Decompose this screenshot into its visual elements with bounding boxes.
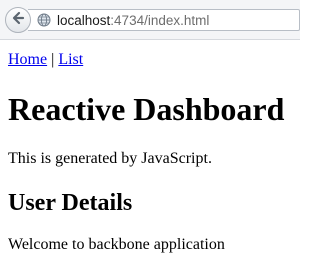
url-text: localhost:4734/index.html bbox=[57, 13, 209, 28]
address-bar[interactable]: localhost:4734/index.html bbox=[28, 9, 300, 31]
url-path: :4734/index.html bbox=[110, 12, 210, 28]
url-host: localhost bbox=[57, 12, 111, 28]
list-link[interactable]: List bbox=[58, 51, 83, 68]
back-button[interactable] bbox=[5, 7, 31, 33]
page-title: Reactive Dashboard bbox=[8, 91, 285, 127]
browser-toolbar: localhost:4734/index.html bbox=[0, 0, 300, 40]
section-heading: User Details bbox=[8, 190, 133, 216]
nav-separator: | bbox=[51, 51, 55, 68]
home-link[interactable]: Home bbox=[8, 51, 47, 68]
top-nav-links: Home | List bbox=[8, 51, 292, 69]
generated-text: This is generated by JavaScript. bbox=[8, 150, 212, 167]
page-content: Home | List Reactive Dashboard This is g… bbox=[0, 51, 300, 254]
globe-icon bbox=[37, 13, 51, 27]
welcome-message: Welcome to backbone application bbox=[8, 236, 225, 253]
back-arrow-icon bbox=[11, 11, 25, 30]
